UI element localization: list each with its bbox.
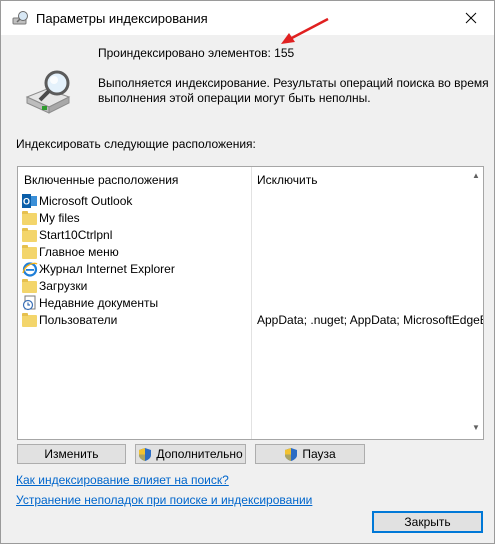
location-row[interactable]: Главное меню [18, 244, 483, 261]
advanced-button[interactable]: Дополнительно [135, 444, 246, 464]
close-window-button[interactable] [448, 1, 494, 35]
location-row[interactable]: My files [18, 210, 483, 227]
locations-section-label: Индексировать следующие расположения: [16, 137, 256, 151]
internet-explorer-icon [22, 262, 38, 277]
location-name: Пользователи [39, 313, 118, 327]
pause-button-label: Пауза [302, 447, 336, 461]
recent-documents-icon [22, 295, 36, 311]
troubleshoot-search-indexing-link[interactable]: Устранение неполадок при поиске и индекс… [16, 493, 312, 507]
close-icon [465, 12, 477, 24]
column-header-exclude[interactable]: Исключить [257, 173, 317, 187]
indexed-count: Проиндексировано элементов: 155 [98, 46, 294, 60]
location-name: Start10Ctrlpnl [39, 228, 113, 242]
indexed-count-value: 155 [274, 46, 295, 60]
scroll-up-arrow-icon[interactable]: ▲ [471, 171, 481, 181]
location-name: Microsoft Outlook [39, 194, 133, 208]
indexing-status-text: Выполняется индексирование. Результаты о… [98, 76, 489, 105]
window-title: Параметры индексирования [36, 11, 208, 26]
outlook-icon: O [22, 194, 37, 208]
modify-button-label: Изменить [44, 447, 99, 461]
advanced-button-label: Дополнительно [156, 447, 243, 461]
folder-icon [22, 210, 38, 226]
annotation-arrow [281, 17, 329, 44]
modify-button[interactable]: Изменить [17, 444, 126, 464]
location-name: My files [39, 211, 80, 225]
column-header-included[interactable]: Включенные расположения [24, 173, 178, 187]
location-exclude: AppData; .nuget; AppData; MicrosoftEdgeB… [257, 313, 484, 327]
uac-shield-icon [139, 447, 152, 461]
uac-shield-icon [285, 447, 298, 461]
location-name: Загрузки [39, 279, 88, 293]
location-row[interactable]: Недавние документы [18, 295, 483, 312]
location-row[interactable]: O Microsoft Outlook [18, 193, 483, 210]
location-row[interactable]: Загрузки [18, 278, 483, 295]
indexed-locations-list[interactable]: Включенные расположения Исключить O Micr… [17, 166, 484, 440]
title-bar: Параметры индексирования [1, 1, 494, 35]
svg-text:O: O [23, 197, 30, 207]
location-row[interactable]: Start10Ctrlpnl [18, 227, 483, 244]
location-name: Недавние документы [39, 296, 159, 310]
location-row[interactable]: Журнал Internet Explorer [18, 261, 483, 278]
scroll-down-arrow-icon[interactable]: ▼ [471, 423, 481, 433]
indexing-options-window: Параметры индексирования Проиндексирован… [0, 0, 495, 544]
close-button[interactable]: Закрыть [372, 511, 483, 533]
indexing-options-icon [12, 11, 28, 25]
location-name: Журнал Internet Explorer [39, 262, 175, 276]
folder-icon [22, 227, 38, 243]
indexed-count-label: Проиндексировано элементов: [98, 46, 271, 60]
folder-icon [22, 244, 38, 260]
indexing-magnifier-icon [25, 70, 71, 114]
folder-icon [22, 312, 38, 328]
close-button-label: Закрыть [404, 515, 451, 529]
folder-icon [22, 278, 38, 294]
location-row[interactable]: Пользователи AppData; .nuget; AppData; M… [18, 312, 483, 329]
how-indexing-affects-search-link[interactable]: Как индексирование влияет на поиск? [16, 473, 229, 487]
pause-button[interactable]: Пауза [255, 444, 365, 464]
location-name: Главное меню [39, 245, 119, 259]
